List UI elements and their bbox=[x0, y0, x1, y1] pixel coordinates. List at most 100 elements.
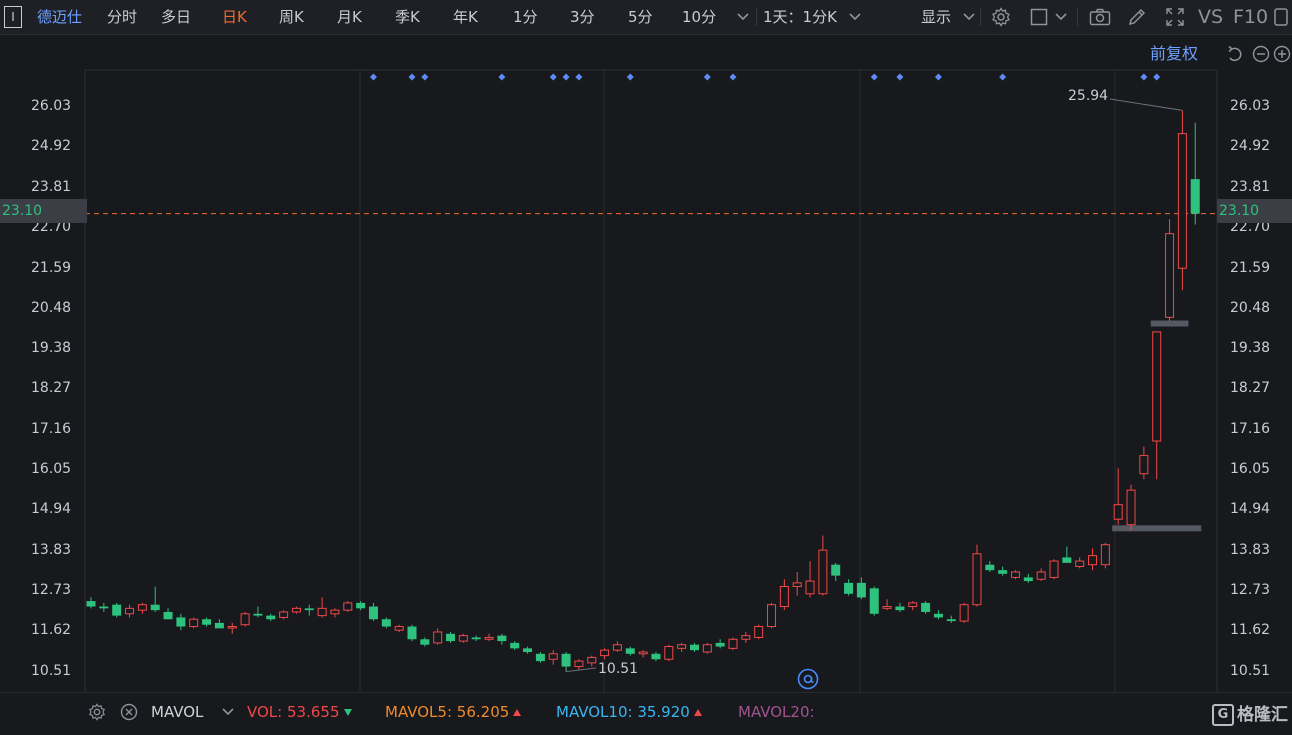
candle-body-down bbox=[985, 564, 995, 571]
current-price-tag-left: 23.10 bbox=[0, 199, 87, 223]
symbol-box[interactable]: I bbox=[4, 6, 22, 28]
candle-body-down bbox=[266, 615, 276, 620]
panel-icon[interactable] bbox=[1270, 6, 1292, 28]
y-tick-label: 17.16 bbox=[31, 420, 72, 437]
camera-icon[interactable] bbox=[1089, 6, 1111, 28]
vs-button[interactable]: VS bbox=[1198, 0, 1223, 34]
candle-body-down bbox=[844, 582, 854, 594]
y-tick-label: 23.81 bbox=[1230, 178, 1271, 195]
f10-button[interactable]: F10 bbox=[1233, 0, 1268, 34]
square-icon[interactable] bbox=[1028, 6, 1050, 28]
y-tick-label: 23.81 bbox=[31, 178, 72, 195]
fullscreen-icon[interactable] bbox=[1164, 6, 1186, 28]
candlestick-chart[interactable] bbox=[0, 0, 1292, 735]
min-price-label: 10.51 bbox=[598, 661, 639, 677]
y-tick-label: 14.94 bbox=[31, 501, 72, 518]
event-marker-icon bbox=[1140, 73, 1148, 81]
candle-body-up bbox=[1126, 489, 1136, 526]
candle-body-up bbox=[240, 613, 250, 626]
max-pointer-line bbox=[1109, 98, 1183, 111]
candle-body-up bbox=[458, 635, 468, 642]
period-tab[interactable]: 1分 bbox=[513, 0, 538, 34]
candle-body-down bbox=[99, 606, 109, 609]
mavol10-label: MAVOL10: 35.920 bbox=[556, 693, 702, 731]
candle-body-down bbox=[1023, 577, 1033, 582]
candle-body-down bbox=[895, 606, 905, 611]
candle-body-up bbox=[767, 604, 777, 628]
y-tick-label: 21.59 bbox=[1230, 259, 1271, 276]
candle-body-up bbox=[227, 626, 237, 629]
period-tab[interactable]: 5分 bbox=[628, 0, 653, 34]
chevron-down-icon[interactable] bbox=[217, 701, 239, 723]
zoom-out-icon[interactable] bbox=[1250, 43, 1272, 65]
period-tab[interactable]: 多日 bbox=[161, 0, 191, 34]
y-tick-label: 21.59 bbox=[31, 259, 72, 276]
stock-name[interactable]: 德迈仕 bbox=[37, 0, 82, 34]
candle-body-down bbox=[651, 653, 661, 660]
close-icon[interactable] bbox=[118, 701, 140, 723]
candle-body-down bbox=[497, 635, 507, 642]
candle-body-up bbox=[754, 626, 764, 638]
candle-body-up bbox=[664, 646, 674, 660]
y-tick-label: 20.48 bbox=[1230, 299, 1271, 316]
y-tick-label: 24.92 bbox=[31, 138, 72, 155]
event-marker-icon bbox=[575, 73, 583, 81]
volume-indicator-bar: MAVOL VOL: 53.655 MAVOL5: 56.205 MAVOL10… bbox=[0, 692, 1292, 731]
pencil-icon[interactable] bbox=[1126, 6, 1148, 28]
indicator-select[interactable]: MAVOL bbox=[151, 693, 203, 731]
y-tick-label: 10.51 bbox=[31, 662, 72, 679]
candle-body-up bbox=[972, 553, 982, 606]
chevron-down-icon[interactable] bbox=[958, 6, 980, 28]
candle-body-down bbox=[535, 653, 545, 662]
y-tick-label: 19.38 bbox=[31, 339, 72, 356]
display-menu[interactable]: 显示 bbox=[921, 0, 951, 34]
period-tab-active[interactable]: 日K bbox=[222, 0, 247, 34]
chevron-down-icon[interactable] bbox=[1050, 6, 1072, 28]
period-tab[interactable]: 年K bbox=[453, 0, 478, 34]
event-marker-icon bbox=[1153, 73, 1161, 81]
candle-body-down bbox=[112, 604, 122, 616]
event-marker-icon bbox=[408, 73, 416, 81]
candle-body-down bbox=[202, 619, 212, 625]
period-tab[interactable]: 周K bbox=[279, 0, 304, 34]
y-tick-label: 12.73 bbox=[31, 581, 72, 598]
candle-body-down bbox=[381, 619, 391, 627]
interval-select[interactable]: 1天：1分K bbox=[763, 0, 837, 34]
period-tab[interactable]: 分时 bbox=[107, 0, 137, 34]
candle-body-down bbox=[420, 639, 430, 645]
y-tick-label: 16.05 bbox=[1230, 461, 1271, 478]
candle-body-down bbox=[625, 648, 635, 654]
adjust-label[interactable]: 前复权 bbox=[1150, 43, 1198, 65]
undo-icon[interactable] bbox=[1224, 43, 1246, 65]
vol-value: 53.655 bbox=[287, 703, 340, 721]
y-tick-label: 17.16 bbox=[1230, 420, 1271, 437]
candle-body-down bbox=[523, 648, 533, 652]
candle-body-down bbox=[86, 601, 96, 607]
chevron-down-icon[interactable] bbox=[844, 6, 866, 28]
vol-label: VOL: 53.655 bbox=[247, 693, 352, 731]
y-tick-label: 18.27 bbox=[1230, 380, 1271, 397]
y-tick-label: 11.62 bbox=[31, 622, 72, 639]
event-marker-icon bbox=[703, 73, 711, 81]
period-tab[interactable]: 3分 bbox=[570, 0, 595, 34]
candle-body-up bbox=[137, 604, 147, 611]
candle-body-down bbox=[998, 570, 1008, 574]
candle-body-down bbox=[869, 588, 879, 614]
period-tab[interactable]: 10分 bbox=[682, 0, 716, 34]
candle-body-up bbox=[1139, 455, 1149, 475]
chevron-down-icon[interactable] bbox=[732, 6, 754, 28]
candle-body-down bbox=[933, 613, 943, 618]
zoom-in-icon[interactable] bbox=[1271, 43, 1292, 65]
at-icon[interactable] bbox=[797, 668, 819, 690]
period-tab[interactable]: 月K bbox=[337, 0, 362, 34]
gear-icon[interactable] bbox=[990, 6, 1012, 28]
event-marker-icon bbox=[999, 73, 1007, 81]
candle-body-up bbox=[394, 626, 404, 631]
y-tick-label: 11.62 bbox=[1230, 622, 1271, 639]
candle-body-up bbox=[1010, 571, 1020, 578]
gear-icon[interactable] bbox=[86, 701, 108, 723]
candle-body-up bbox=[484, 636, 494, 640]
period-tab[interactable]: 季K bbox=[395, 0, 420, 34]
candle-body-up bbox=[1075, 560, 1085, 568]
y-tick-label: 13.83 bbox=[31, 541, 72, 558]
